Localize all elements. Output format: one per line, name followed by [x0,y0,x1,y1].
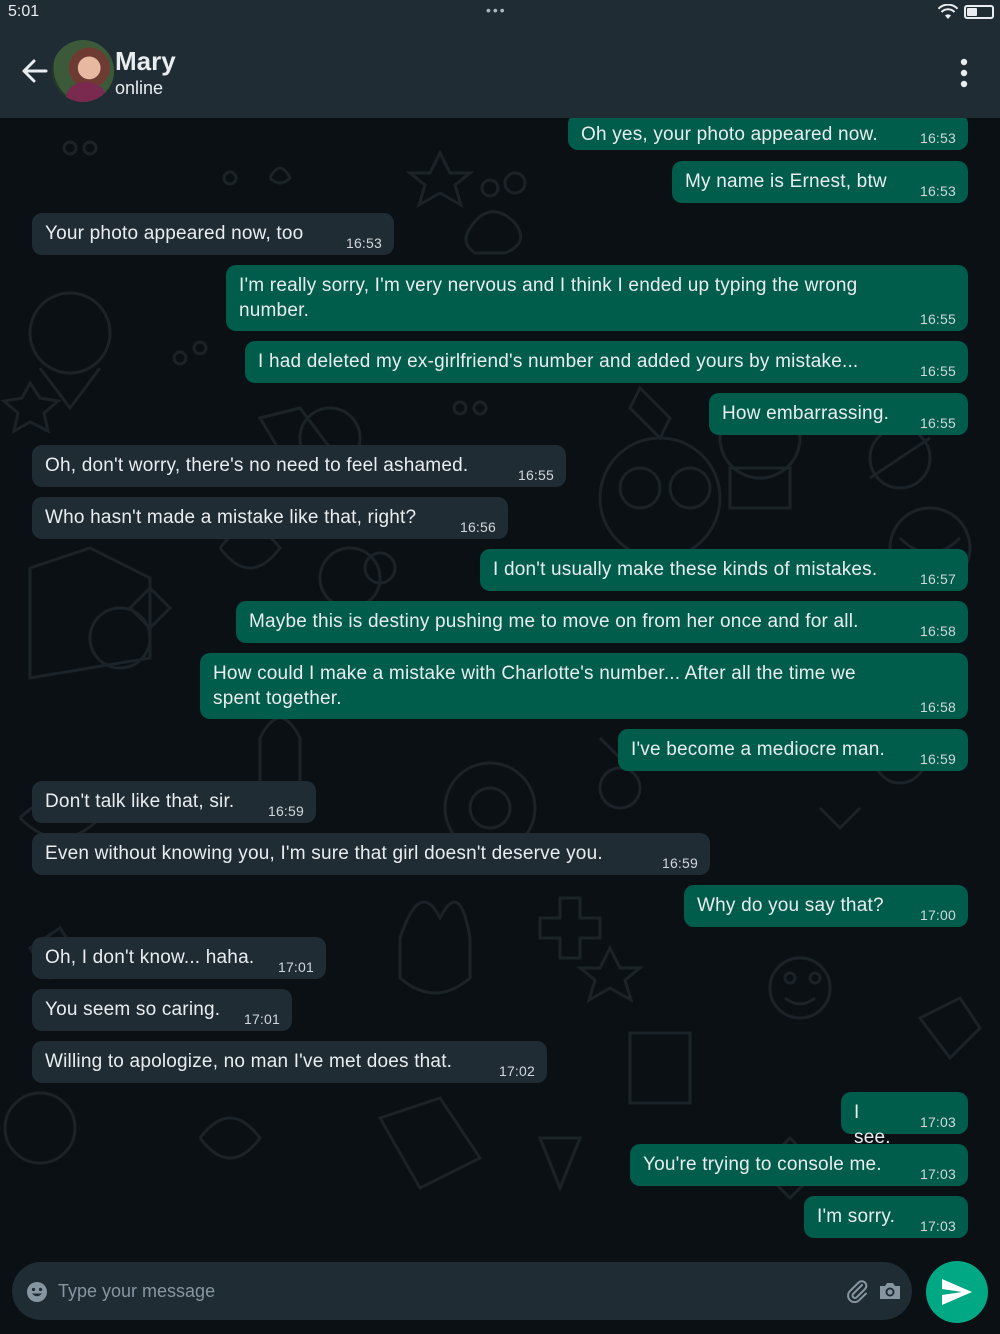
status-indicators [938,4,994,20]
outgoing-message[interactable]: I had deleted my ex-girlfriend's number … [245,341,968,383]
incoming-message[interactable]: Don't talk like that, sir. 16:59 [32,781,316,823]
avatar[interactable] [52,40,114,102]
message-text: Don't talk like that, sir. [45,791,235,812]
message-time: 16:57 [919,571,956,587]
outgoing-message[interactable]: I'm sorry. 17:03 [804,1196,968,1238]
wifi-icon [938,4,958,19]
message-time: 16:53 [345,235,382,251]
message-time: 16:59 [661,855,698,871]
message-time: 17:00 [919,907,956,923]
outgoing-message[interactable]: Oh yes, your photo appeared now. 16:53 [568,118,968,150]
message-text: Why do you say that? [697,895,884,916]
message-time: 17:03 [919,1114,956,1130]
message-text: Willing to apologize, no man I've met do… [45,1051,453,1072]
status-dots: ••• [486,2,507,18]
message-text: Who hasn't made a mistake like that, rig… [45,507,417,528]
message-text: I don't usually make these kinds of mist… [493,559,878,580]
attach-icon [847,1280,868,1304]
outgoing-message[interactable]: You're trying to console me. 17:03 [630,1144,968,1186]
message-time: 16:59 [267,803,304,819]
emoji-icon [27,1282,47,1302]
back-button[interactable] [18,54,52,88]
contact-status: online [115,78,164,98]
status-bar: 5:01 ••• [0,0,1000,26]
camera-button[interactable] [878,1280,902,1302]
camera-icon [880,1283,900,1299]
outgoing-message[interactable]: How embarrassing. 16:55 [709,393,968,435]
outgoing-message[interactable]: Maybe this is destiny pushing me to move… [236,601,968,643]
message-time: 17:01 [277,959,314,975]
outgoing-message[interactable]: I've become a mediocre man. 16:59 [618,729,968,771]
message-text: How could I make a mistake with Charlott… [213,663,856,709]
back-arrow-icon [22,59,48,83]
message-text: I've become a mediocre man. [631,739,886,760]
message-time: 17:02 [498,1063,535,1079]
message-time: 16:59 [919,751,956,767]
message-text: My name is Ernest, btw [685,171,887,192]
message-time: 17:03 [919,1218,956,1234]
incoming-message[interactable]: Who hasn't made a mistake like that, rig… [32,497,508,539]
emoji-button[interactable] [26,1281,48,1303]
message-composer [12,1262,912,1320]
message-text: Maybe this is destiny pushing me to move… [249,611,859,632]
chat-area[interactable]: Oh yes, your photo appeared now. 16:53 My … [0,118,1000,1260]
chat-header: Mary online [0,26,1000,118]
message-text: Oh, don't worry, there's no need to feel… [45,455,469,476]
send-icon [942,1279,972,1305]
message-time: 17:03 [919,1166,956,1182]
incoming-message[interactable]: Even without knowing you, I'm sure that … [32,833,710,875]
message-text: Even without knowing you, I'm sure that … [45,843,603,864]
message-text: I had deleted my ex-girlfriend's number … [258,351,859,372]
message-time: 16:55 [919,415,956,431]
incoming-message[interactable]: Oh, don't worry, there's no need to feel… [32,445,566,487]
outgoing-message[interactable]: I'm really sorry, I'm very nervous and I… [226,265,968,331]
message-time: 16:55 [919,363,956,379]
message-time: 16:53 [919,130,956,146]
message-text: Your photo appeared now, too [45,223,304,244]
message-text: I'm really sorry, I'm very nervous and I… [239,275,858,321]
incoming-message[interactable]: You seem so caring. 17:01 [32,989,292,1031]
message-input[interactable] [58,1275,818,1307]
message-time: 16:55 [517,467,554,483]
outgoing-message[interactable]: My name is Ernest, btw 16:53 [672,161,968,203]
send-button[interactable] [926,1261,988,1323]
battery-icon [964,5,994,19]
outgoing-message[interactable]: How could I make a mistake with Charlott… [200,653,968,719]
outgoing-message[interactable]: Why do you say that? 17:00 [684,885,968,927]
contact-name[interactable]: Mary [115,46,176,77]
message-time: 17:01 [243,1011,280,1027]
status-time: 5:01 [8,3,40,20]
message-time: 16:56 [459,519,496,535]
more-vert-icon [960,58,968,88]
message-time: 16:58 [919,699,956,715]
message-text: Oh yes, your photo appeared now. [581,124,878,145]
attach-button[interactable] [846,1279,870,1304]
incoming-message[interactable]: Oh, I don't know... haha. 17:01 [32,937,326,979]
message-time: 16:55 [919,311,956,327]
incoming-message[interactable]: Willing to apologize, no man I've met do… [32,1041,547,1083]
message-text: You're trying to console me. [643,1154,882,1175]
message-time: 16:53 [919,183,956,199]
more-options-button[interactable] [952,56,976,90]
message-time: 16:58 [919,623,956,639]
incoming-message[interactable]: Your photo appeared now, too 16:53 [32,213,394,255]
outgoing-message[interactable]: I see. 17:03 [841,1092,968,1148]
outgoing-message[interactable]: I don't usually make these kinds of mist… [480,549,968,591]
message-text: Oh, I don't know... haha. [45,947,255,968]
